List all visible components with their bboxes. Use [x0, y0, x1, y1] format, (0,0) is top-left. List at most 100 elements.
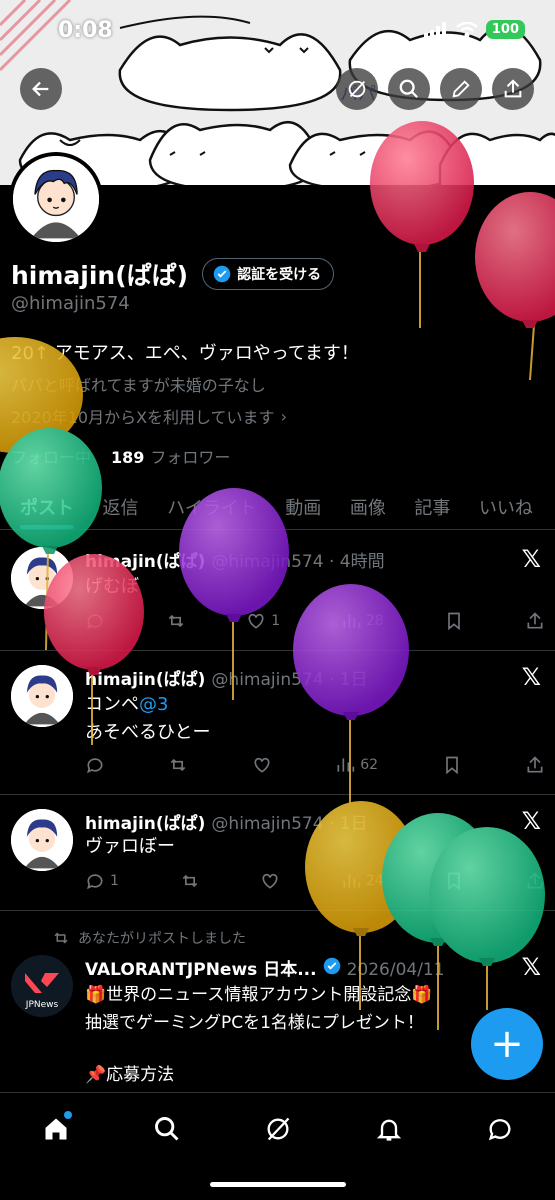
grok-button[interactable]: [336, 68, 378, 110]
nav-messages[interactable]: [480, 1109, 520, 1149]
views-button[interactable]: 62: [335, 755, 378, 775]
repost-button[interactable]: [168, 755, 188, 775]
reply-button[interactable]: [85, 755, 105, 775]
share-icon: [527, 756, 543, 773]
home-icon: [45, 1118, 66, 1140]
post-meta: @himajin574 · 4時間: [211, 552, 385, 572]
nav-notifications[interactable]: [369, 1109, 409, 1149]
home-indicator: [210, 1182, 346, 1187]
post-actions: 62: [85, 755, 545, 775]
tab-images[interactable]: 画像: [350, 484, 386, 529]
edit-icon: [452, 80, 470, 98]
verified-badge-icon: [213, 265, 231, 283]
search-button[interactable]: [388, 68, 430, 110]
post-author-name[interactable]: VALORANTJPNews 日本...: [85, 955, 317, 980]
like-count: 1: [271, 613, 281, 629]
tab-videos[interactable]: 動画: [285, 484, 321, 529]
post-author-name[interactable]: himajin(ぱぱ): [85, 809, 205, 834]
reply-count: 1: [110, 873, 119, 889]
post-text-line-3: 📌応募方法: [85, 1065, 175, 1085]
post-item[interactable]: himajin(ぱぱ) @himajin574 · 1日 𝕏 コンペ@3 あそべ…: [0, 651, 555, 795]
post-item[interactable]: JPNews VALORANTJPNews 日本... 2026/04/11 𝕏…: [0, 911, 555, 1092]
get-verified-button[interactable]: 認証を受ける: [202, 258, 335, 290]
valorant-logo-icon: JPNews: [11, 955, 73, 1017]
bookmark-button[interactable]: [444, 871, 464, 891]
heart-icon: [262, 873, 278, 889]
post-item[interactable]: himajin(ぱぱ) @himajin574 · 1日 𝕏 ヴァロぼー 1 2…: [0, 795, 555, 911]
compose-button[interactable]: +: [471, 1008, 543, 1080]
svg-text:JPNews: JPNews: [25, 1000, 59, 1010]
views-count: 24: [365, 873, 384, 889]
views-button[interactable]: 24: [341, 871, 384, 891]
like-button[interactable]: [260, 871, 280, 891]
views-icon: [343, 614, 361, 628]
avatar[interactable]: JPNews: [11, 955, 73, 1017]
chevron-right-icon: ›: [280, 406, 287, 426]
x-logo-icon[interactable]: 𝕏: [522, 807, 541, 835]
post-author-name[interactable]: himajin(ぱぱ): [85, 665, 205, 690]
like-button[interactable]: 1: [246, 611, 280, 631]
notification-dot: [63, 1111, 72, 1119]
views-count: 62: [360, 757, 379, 773]
heart-icon: [248, 613, 264, 629]
avatar-illustration: [11, 547, 73, 609]
profile-avatar[interactable]: [9, 152, 103, 246]
post-header: himajin(ぱぱ) @himajin574 · 1日: [85, 809, 368, 834]
nav-grok[interactable]: [258, 1109, 298, 1149]
x-logo-icon[interactable]: 𝕏: [522, 953, 541, 981]
joined-date[interactable]: 2020年10月からXを利用しています ›: [11, 404, 287, 428]
avatar[interactable]: [11, 665, 73, 727]
back-button[interactable]: [20, 68, 62, 110]
views-icon: [343, 874, 361, 888]
share-post-button[interactable]: [525, 871, 545, 891]
avatar[interactable]: [11, 547, 73, 609]
share-button[interactable]: [492, 68, 534, 110]
bell-icon: [376, 1119, 401, 1141]
views-count: 28: [365, 613, 384, 629]
like-button[interactable]: [252, 755, 272, 775]
tab-posts[interactable]: ポスト: [20, 484, 74, 529]
grok-icon: [348, 80, 366, 98]
reply-icon: [87, 614, 103, 630]
post-meta: @himajin574 · 1日: [211, 814, 368, 834]
nav-search[interactable]: [147, 1109, 187, 1149]
messages-icon: [488, 1119, 510, 1141]
balloon: [475, 192, 555, 381]
repost-icon: [168, 614, 183, 628]
x-logo-icon[interactable]: 𝕏: [522, 663, 541, 691]
avatar-illustration: [11, 665, 73, 727]
repost-button[interactable]: [180, 871, 200, 891]
repost-button[interactable]: [166, 611, 186, 631]
post-item[interactable]: himajin(ぱぱ) @himajin574 · 4時間 𝕏 げむぼ 1 28: [0, 531, 555, 651]
tab-replies[interactable]: 返信: [103, 484, 139, 529]
share-post-button[interactable]: [525, 611, 545, 631]
reply-button[interactable]: 1: [85, 871, 119, 891]
signal-icon: [423, 21, 446, 38]
following-link[interactable]: フォロー中: [11, 444, 91, 468]
views-button[interactable]: 28: [341, 611, 384, 631]
share-post-button[interactable]: [525, 755, 545, 775]
x-logo-icon[interactable]: 𝕏: [522, 545, 541, 573]
repost-icon: [171, 758, 186, 772]
post-text-line-2: あそべるひとー: [85, 722, 211, 743]
tab-likes[interactable]: いいね: [479, 484, 533, 529]
post-author-name[interactable]: himajin(ぱぱ): [85, 547, 205, 572]
bookmark-button[interactable]: [444, 611, 464, 631]
tab-highlights[interactable]: ハイライト: [167, 484, 257, 529]
post-text: 🎁世界のニュース情報アカウント開設記念🎁 抽選でゲーミングPCを1名様にプレゼン…: [85, 981, 432, 1089]
reply-button[interactable]: [85, 611, 105, 631]
edit-button[interactable]: [440, 68, 482, 110]
post-text-line-1: 🎁世界のニュース情報アカウント開設記念🎁: [85, 985, 433, 1005]
mention-link[interactable]: @3: [139, 694, 168, 715]
bookmark-button[interactable]: [442, 755, 462, 775]
heart-icon: [254, 757, 270, 773]
share-icon: [504, 79, 522, 98]
post-header: himajin(ぱぱ) @himajin574 · 1日: [85, 665, 368, 690]
post-actions: 1 24: [85, 871, 545, 891]
grok-icon: [267, 1117, 289, 1141]
nav-home[interactable]: [36, 1109, 76, 1149]
tab-articles[interactable]: 記事: [414, 484, 450, 529]
followers-link[interactable]: 189 フォロワー: [111, 444, 230, 468]
profile-tabs: ポスト 返信 ハイライト 動画 画像 記事 いいね: [0, 484, 555, 530]
avatar[interactable]: [11, 809, 73, 871]
